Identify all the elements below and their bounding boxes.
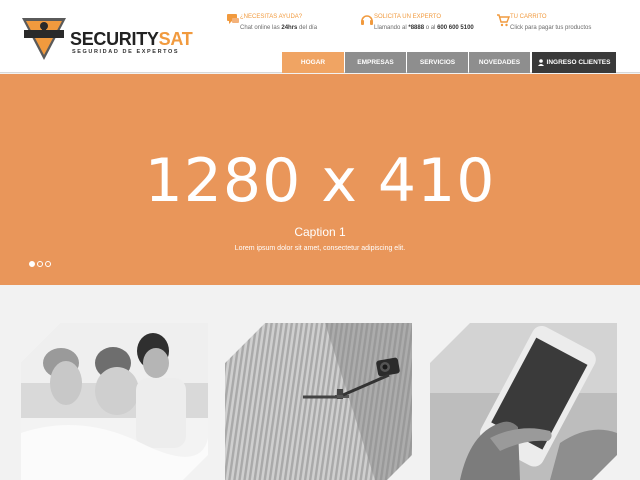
slide-caption: Caption 1 bbox=[294, 225, 346, 239]
nav-item-servicios[interactable]: SERVICIOS bbox=[407, 52, 468, 73]
expert-call-info[interactable]: SOLICITA UN EXPERTO Llamando al *8888 o … bbox=[360, 13, 480, 37]
tile-smartphone[interactable] bbox=[430, 323, 617, 480]
expert-title: SOLICITA UN EXPERTO bbox=[374, 14, 442, 20]
expert-detail: Llamando al *8888 o al 600 600 5100 bbox=[374, 25, 474, 31]
help-detail-post: del día bbox=[297, 25, 318, 31]
nav-item-empresas[interactable]: EMPRESAS bbox=[345, 52, 406, 73]
brand-name-part1: SECURITY bbox=[70, 29, 159, 49]
nav-item-novedades[interactable]: NOVEDADES bbox=[469, 52, 530, 73]
tile-family[interactable] bbox=[21, 323, 208, 480]
expert-phone-number: 600 600 5100 bbox=[437, 25, 474, 31]
help-detail-pre: Chat online las bbox=[240, 25, 282, 31]
cart-info[interactable]: TU CARRITO Click para pagar tus producto… bbox=[496, 13, 606, 37]
family-sleeping-photo bbox=[21, 323, 208, 480]
slide-placeholder-dimensions: 1280 x 410 bbox=[144, 146, 496, 216]
nav-item-hogar[interactable]: HOGAR bbox=[282, 52, 344, 73]
shield-logo-icon bbox=[22, 18, 66, 60]
brand-tagline: SEGURIDAD DE EXPERTOS bbox=[72, 49, 180, 55]
help-detail-hours: 24hrs bbox=[281, 25, 298, 31]
page: SECURITYSAT SEGURIDAD DE EXPERTOS ¿NECES… bbox=[0, 0, 640, 480]
slider-dot-2[interactable] bbox=[37, 261, 43, 267]
headset-icon bbox=[361, 15, 373, 25]
brand-logo[interactable]: SECURITYSAT SEGURIDAD DE EXPERTOS bbox=[20, 14, 193, 62]
chat-icon bbox=[227, 14, 239, 24]
security-camera-photo bbox=[225, 323, 412, 480]
slide-subcaption: Lorem ipsum dolor sit amet, consectetur … bbox=[234, 245, 406, 252]
help-detail: Chat online las 24hrs del día bbox=[240, 25, 317, 31]
help-title: ¿NECESITAS AYUDA? bbox=[240, 14, 303, 20]
cart-detail: Click para pagar tus productos bbox=[510, 25, 592, 31]
site-header: SECURITYSAT SEGURIDAD DE EXPERTOS ¿NECES… bbox=[0, 0, 640, 73]
expert-short-number: *8888 bbox=[408, 25, 425, 31]
slider-dot-1[interactable] bbox=[29, 261, 35, 267]
smartphone-hand-photo bbox=[430, 323, 617, 480]
hero-slider[interactable]: 1280 x 410 Caption 1 Lorem ipsum dolor s… bbox=[0, 74, 640, 285]
brand-name: SECURITYSAT bbox=[70, 29, 193, 49]
expert-detail-mid: o al bbox=[424, 25, 438, 31]
help-chat-info[interactable]: ¿NECESITAS AYUDA? Chat online las 24hrs … bbox=[226, 13, 336, 37]
client-login-label: INGRESO CLIENTES bbox=[546, 59, 611, 66]
slider-dot-3[interactable] bbox=[45, 261, 51, 267]
expert-detail-pre: Llamando al bbox=[374, 25, 409, 31]
user-icon bbox=[537, 58, 544, 66]
tile-camera[interactable] bbox=[225, 323, 412, 480]
cart-title: TU CARRITO bbox=[510, 14, 547, 20]
brand-name-part2: SAT bbox=[158, 29, 193, 49]
client-login-button[interactable]: INGRESO CLIENTES bbox=[532, 52, 616, 73]
cart-icon bbox=[497, 14, 510, 27]
